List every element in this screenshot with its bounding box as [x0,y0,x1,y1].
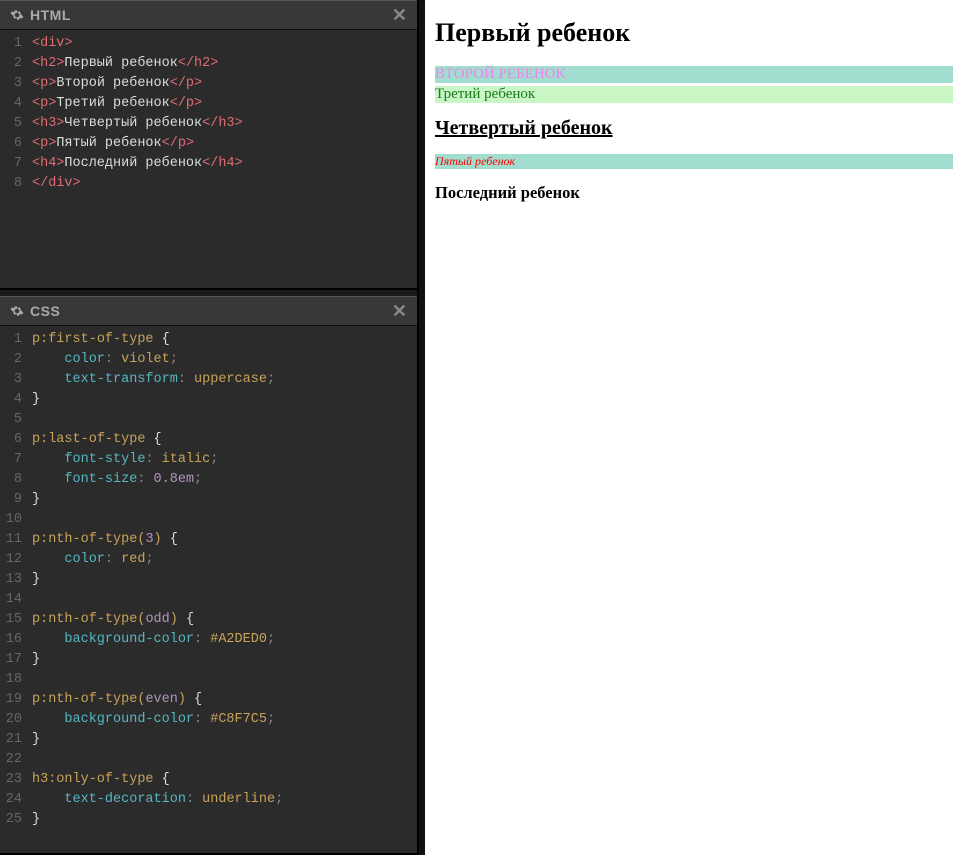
editor-column: HTML ✕ 1 2 3 4 5 6 7 8 <div> <h2>Первый … [0,0,419,855]
html-gutter: 1 2 3 4 5 6 7 8 [0,30,28,288]
html-panel-title: HTML [30,7,392,23]
close-icon[interactable]: ✕ [392,5,407,26]
gear-icon[interactable] [10,8,24,22]
css-panel-title: CSS [30,303,392,319]
gear-icon[interactable] [10,304,24,318]
preview-h2: Первый ребенок [435,18,953,48]
css-panel: CSS ✕ 1 2 3 4 5 6 7 8 9 10 11 12 13 14 1… [0,296,417,855]
preview-p3: Пятый ребенок [435,154,953,169]
css-panel-header: CSS ✕ [0,296,417,326]
css-code[interactable]: p:first-of-type { color: violet; text-tr… [28,326,417,853]
html-panel-header: HTML ✕ [0,0,417,30]
preview-h4: Последний ребенок [435,183,953,203]
html-editor[interactable]: 1 2 3 4 5 6 7 8 <div> <h2>Первый ребенок… [0,30,417,288]
css-gutter: 1 2 3 4 5 6 7 8 9 10 11 12 13 14 15 16 1… [0,326,28,853]
preview-p1: Второй ребенок [435,66,953,83]
css-editor[interactable]: 1 2 3 4 5 6 7 8 9 10 11 12 13 14 15 16 1… [0,326,417,853]
close-icon[interactable]: ✕ [392,301,407,322]
html-panel: HTML ✕ 1 2 3 4 5 6 7 8 <div> <h2>Первый … [0,0,417,290]
preview-pane: Первый ребенок Второй ребенок Третий реб… [425,0,963,855]
preview-h3: Четвертый ребенок [435,117,953,140]
html-code[interactable]: <div> <h2>Первый ребенок</h2> <p>Второй … [28,30,417,288]
preview-p2: Третий ребенок [435,86,953,103]
